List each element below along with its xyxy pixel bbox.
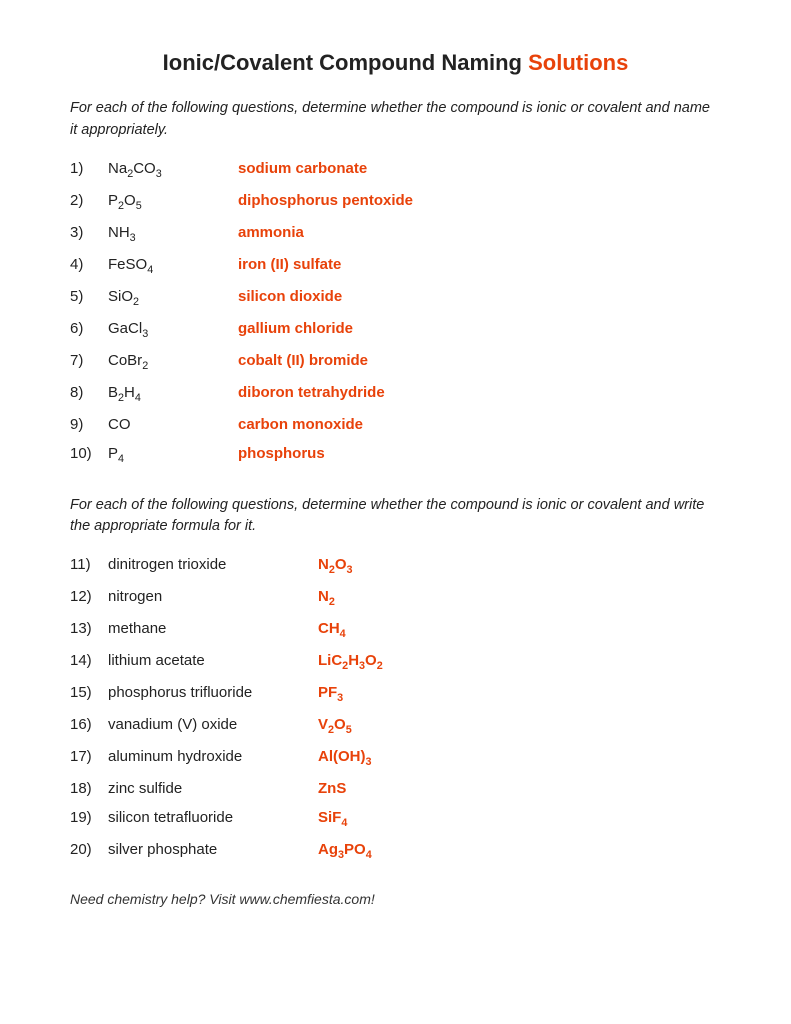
part1-list: 1) Na2CO3 sodium carbonate 2) P2O5 dipho… bbox=[70, 160, 721, 465]
question-number: 12) bbox=[70, 588, 108, 605]
question-formula: P4 bbox=[108, 445, 238, 465]
question-name: aluminum hydroxide bbox=[108, 748, 318, 765]
question-number: 18) bbox=[70, 780, 108, 797]
question-formula: SiO2 bbox=[108, 288, 238, 308]
table-row: 2) P2O5 diphosphorus pentoxide bbox=[70, 192, 721, 212]
table-row: 10) P4 phosphorus bbox=[70, 445, 721, 465]
question-answer: Ag3PO4 bbox=[318, 841, 372, 861]
page-title: Ionic/Covalent Compound Naming Solutions bbox=[70, 50, 721, 76]
question-formula: GaCl3 bbox=[108, 320, 238, 340]
question-answer: CH4 bbox=[318, 620, 346, 640]
table-row: 9) CO carbon monoxide bbox=[70, 416, 721, 433]
question-answer: SiF4 bbox=[318, 809, 347, 829]
question-formula: CoBr2 bbox=[108, 352, 238, 372]
table-row: 19) silicon tetrafluoride SiF4 bbox=[70, 809, 721, 829]
question-name: phosphorus trifluoride bbox=[108, 684, 318, 701]
question-number: 17) bbox=[70, 748, 108, 765]
instructions-part2: For each of the following questions, det… bbox=[70, 495, 721, 539]
table-row: 14) lithium acetate LiC2H3O2 bbox=[70, 652, 721, 672]
table-row: 12) nitrogen N2 bbox=[70, 588, 721, 608]
question-name: zinc sulfide bbox=[108, 780, 318, 797]
question-answer: sodium carbonate bbox=[238, 160, 367, 177]
question-name: nitrogen bbox=[108, 588, 318, 605]
part2-list: 11) dinitrogen trioxide N2O3 12) nitroge… bbox=[70, 556, 721, 861]
question-number: 10) bbox=[70, 445, 108, 462]
question-number: 14) bbox=[70, 652, 108, 669]
question-name: vanadium (V) oxide bbox=[108, 716, 318, 733]
table-row: 3) NH3 ammonia bbox=[70, 224, 721, 244]
table-row: 11) dinitrogen trioxide N2O3 bbox=[70, 556, 721, 576]
question-number: 15) bbox=[70, 684, 108, 701]
question-answer: ZnS bbox=[318, 780, 346, 797]
question-answer: ammonia bbox=[238, 224, 304, 241]
table-row: 20) silver phosphate Ag3PO4 bbox=[70, 841, 721, 861]
question-answer: diboron tetrahydride bbox=[238, 384, 385, 401]
question-answer: PF3 bbox=[318, 684, 343, 704]
question-answer: LiC2H3O2 bbox=[318, 652, 383, 672]
question-number: 11) bbox=[70, 556, 108, 573]
question-answer: N2 bbox=[318, 588, 335, 608]
question-number: 2) bbox=[70, 192, 108, 209]
table-row: 18) zinc sulfide ZnS bbox=[70, 780, 721, 797]
question-name: silver phosphate bbox=[108, 841, 318, 858]
question-number: 6) bbox=[70, 320, 108, 337]
question-formula: Na2CO3 bbox=[108, 160, 238, 180]
table-row: 17) aluminum hydroxide Al(OH)3 bbox=[70, 748, 721, 768]
question-answer: diphosphorus pentoxide bbox=[238, 192, 413, 209]
table-row: 16) vanadium (V) oxide V2O5 bbox=[70, 716, 721, 736]
question-answer: carbon monoxide bbox=[238, 416, 363, 433]
question-answer: N2O3 bbox=[318, 556, 353, 576]
question-number: 3) bbox=[70, 224, 108, 241]
table-row: 1) Na2CO3 sodium carbonate bbox=[70, 160, 721, 180]
table-row: 13) methane CH4 bbox=[70, 620, 721, 640]
question-answer: V2O5 bbox=[318, 716, 352, 736]
title-highlight: Solutions bbox=[528, 50, 628, 75]
question-number: 20) bbox=[70, 841, 108, 858]
question-formula: NH3 bbox=[108, 224, 238, 244]
title-main: Ionic/Covalent Compound Naming bbox=[163, 50, 528, 75]
table-row: 15) phosphorus trifluoride PF3 bbox=[70, 684, 721, 704]
question-number: 9) bbox=[70, 416, 108, 433]
question-formula: FeSO4 bbox=[108, 256, 238, 276]
question-answer: gallium chloride bbox=[238, 320, 353, 337]
table-row: 4) FeSO4 iron (II) sulfate bbox=[70, 256, 721, 276]
question-number: 5) bbox=[70, 288, 108, 305]
question-answer: silicon dioxide bbox=[238, 288, 342, 305]
question-formula: CO bbox=[108, 416, 238, 433]
instructions-part1: For each of the following questions, det… bbox=[70, 98, 721, 142]
question-number: 8) bbox=[70, 384, 108, 401]
question-number: 1) bbox=[70, 160, 108, 177]
question-answer: iron (II) sulfate bbox=[238, 256, 341, 273]
table-row: 7) CoBr2 cobalt (II) bromide bbox=[70, 352, 721, 372]
table-row: 5) SiO2 silicon dioxide bbox=[70, 288, 721, 308]
question-name: methane bbox=[108, 620, 318, 637]
question-formula: P2O5 bbox=[108, 192, 238, 212]
question-number: 4) bbox=[70, 256, 108, 273]
question-number: 16) bbox=[70, 716, 108, 733]
question-number: 19) bbox=[70, 809, 108, 826]
table-row: 6) GaCl3 gallium chloride bbox=[70, 320, 721, 340]
footer-text: Need chemistry help? Visit www.chemfiest… bbox=[70, 891, 721, 907]
question-number: 13) bbox=[70, 620, 108, 637]
question-name: lithium acetate bbox=[108, 652, 318, 669]
question-answer: cobalt (II) bromide bbox=[238, 352, 368, 369]
question-name: dinitrogen trioxide bbox=[108, 556, 318, 573]
table-row: 8) B2H4 diboron tetrahydride bbox=[70, 384, 721, 404]
question-name: silicon tetrafluoride bbox=[108, 809, 318, 826]
question-number: 7) bbox=[70, 352, 108, 369]
question-answer: phosphorus bbox=[238, 445, 325, 462]
question-formula: B2H4 bbox=[108, 384, 238, 404]
question-answer: Al(OH)3 bbox=[318, 748, 372, 768]
